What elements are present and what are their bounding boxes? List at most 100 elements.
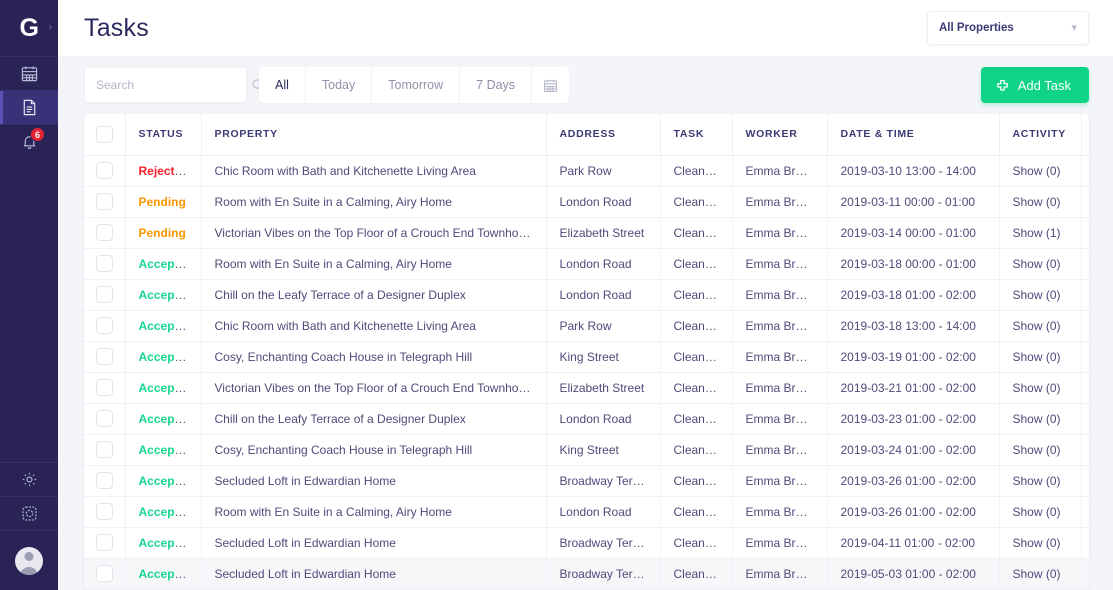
cell-activity: Show (0) [999, 527, 1082, 559]
table-row[interactable]: Accepted Secluded Loft in Edwardian Home B… [84, 558, 1089, 590]
show-activity-link[interactable]: Show (0) [1013, 195, 1061, 209]
row-select-cell [84, 217, 126, 249]
sidebar-item-notifications[interactable]: 6 [0, 124, 58, 158]
show-activity-link[interactable]: Show (0) [1013, 257, 1061, 271]
cell-worker: Emma Brown [732, 403, 828, 435]
table-row[interactable]: Accepted Victorian Vibes on the Top Floor… [84, 372, 1089, 404]
column-header-activity[interactable]: ACTIVITY [999, 114, 1082, 156]
cell-actions [1081, 217, 1089, 249]
cell-property: Cosy, Enchanting Coach House in Telegrap… [201, 434, 547, 466]
search-input[interactable] [96, 78, 251, 92]
logo-letter: G [19, 13, 39, 42]
table-row[interactable]: Pending Room with En Suite in a Calming, … [84, 186, 1089, 218]
search-box[interactable] [84, 67, 264, 103]
show-activity-link[interactable]: Show (0) [1013, 412, 1061, 426]
app-root: G › 6 Tasks All Properties ▾ Search All … [0, 0, 1113, 590]
row-checkbox[interactable] [95, 441, 113, 458]
table-row[interactable]: Accepted Chic Room with Bath and Kitchene… [84, 310, 1089, 342]
show-activity-link[interactable]: Show (0) [1013, 474, 1061, 488]
cell-property: Chic Room with Bath and Kitchenette Livi… [201, 155, 547, 187]
row-checkbox[interactable] [95, 224, 113, 241]
table-row[interactable]: Accepted Chill on the Leafy Terrace of a … [84, 279, 1089, 311]
sidebar-item-calendar[interactable] [0, 56, 58, 90]
cell-datetime: 2019-03-18 01:00 - 02:00 [827, 279, 1000, 311]
chevron-right-icon[interactable]: › [48, 22, 52, 34]
page-title: Tasks [84, 13, 149, 42]
add-task-button[interactable]: Add Task [980, 67, 1089, 103]
property-filter-dropdown[interactable]: All Properties ▾ [927, 11, 1089, 45]
cell-actions [1081, 186, 1089, 218]
row-checkbox[interactable] [95, 162, 113, 179]
cell-task: Cleaning [660, 155, 733, 187]
cell-worker: Emma Brown [732, 372, 828, 404]
row-checkbox[interactable] [95, 255, 113, 272]
table-row[interactable]: Accepted Secluded Loft in Edwardian Home B… [84, 527, 1089, 559]
column-header-worker[interactable]: WORKER [732, 114, 828, 156]
cell-worker: Emma Brown [732, 496, 828, 528]
table-row[interactable]: Rejected Chic Room with Bath and Kitchene… [84, 155, 1089, 187]
row-checkbox[interactable] [95, 193, 113, 210]
sidebar-item-tasks[interactable] [0, 90, 58, 124]
cell-activity: Show (0) [999, 155, 1082, 187]
row-checkbox[interactable] [95, 348, 113, 365]
cell-task: Cleaning [660, 217, 733, 249]
show-activity-link[interactable]: Show (0) [1013, 381, 1061, 395]
sidebar-item-settings[interactable] [0, 462, 58, 496]
column-header-address[interactable]: ADDRESS [546, 114, 661, 156]
show-activity-link[interactable]: Show (0) [1013, 443, 1061, 457]
show-activity-link[interactable]: Show (0) [1013, 505, 1061, 519]
column-header-property[interactable]: PROPERTY [201, 114, 547, 156]
row-checkbox[interactable] [95, 472, 113, 489]
show-activity-link[interactable]: Show (1) [1013, 226, 1061, 240]
filter-7-days[interactable]: 7 Days [460, 67, 533, 103]
status-badge: Accepted [138, 256, 193, 271]
cell-status: Pending [125, 186, 202, 218]
row-select-cell [84, 496, 126, 528]
row-checkbox[interactable] [95, 565, 113, 582]
cell-worker: Emma Brown [732, 558, 828, 590]
row-checkbox[interactable] [95, 503, 113, 520]
row-checkbox[interactable] [95, 379, 113, 396]
show-activity-link[interactable]: Show (0) [1013, 319, 1061, 333]
table-row[interactable]: Accepted Cosy, Enchanting Coach House in … [84, 434, 1089, 466]
show-activity-link[interactable]: Show (0) [1013, 164, 1061, 178]
cell-property: Secluded Loft in Edwardian Home [201, 527, 547, 559]
row-select-cell [84, 372, 126, 404]
sidebar-item-configuration[interactable] [0, 496, 58, 530]
table-row[interactable]: Accepted Room with En Suite in a Calming,… [84, 496, 1089, 528]
column-header-task[interactable]: TASK [660, 114, 733, 156]
app-logo[interactable]: G › [0, 0, 58, 56]
show-activity-link[interactable]: Show (0) [1013, 288, 1061, 302]
sidebar-item-profile[interactable] [0, 530, 58, 590]
row-select-cell [84, 186, 126, 218]
column-header-datetime[interactable]: DATE & TIME [827, 114, 1000, 156]
cell-activity: Show (0) [999, 465, 1082, 497]
row-checkbox[interactable] [95, 317, 113, 334]
filter-calendar-button[interactable] [532, 67, 570, 103]
cell-actions [1081, 465, 1089, 497]
table-row[interactable]: Accepted Cosy, Enchanting Coach House in … [84, 341, 1089, 373]
cell-address: Park Row [546, 155, 661, 187]
show-activity-link[interactable]: Show (0) [1013, 536, 1061, 550]
row-select-cell [84, 341, 126, 373]
filter-today[interactable]: Today [305, 67, 373, 103]
filter-tomorrow[interactable]: Tomorrow [372, 67, 461, 103]
table-row[interactable]: Accepted Chill on the Leafy Terrace of a … [84, 403, 1089, 435]
cell-property: Chic Room with Bath and Kitchenette Livi… [201, 310, 547, 342]
row-checkbox[interactable] [95, 534, 113, 551]
show-activity-link[interactable]: Show (0) [1013, 350, 1061, 364]
row-select-cell [84, 279, 126, 311]
cell-actions [1081, 558, 1089, 590]
table-row[interactable]: Pending Victorian Vibes on the Top Floor … [84, 217, 1089, 249]
select-all-checkbox[interactable] [95, 125, 113, 143]
plus-icon [996, 79, 1008, 91]
table-row[interactable]: Accepted Room with En Suite in a Calming,… [84, 248, 1089, 280]
row-checkbox[interactable] [95, 286, 113, 303]
show-activity-link[interactable]: Show (0) [1013, 567, 1061, 581]
filter-all[interactable]: All [259, 67, 306, 103]
cell-property: Chill on the Leafy Terrace of a Designer… [201, 279, 547, 311]
table-row[interactable]: Accepted Secluded Loft in Edwardian Home B… [84, 465, 1089, 497]
row-checkbox[interactable] [95, 410, 113, 427]
column-header-status[interactable]: STATUS [125, 114, 202, 156]
